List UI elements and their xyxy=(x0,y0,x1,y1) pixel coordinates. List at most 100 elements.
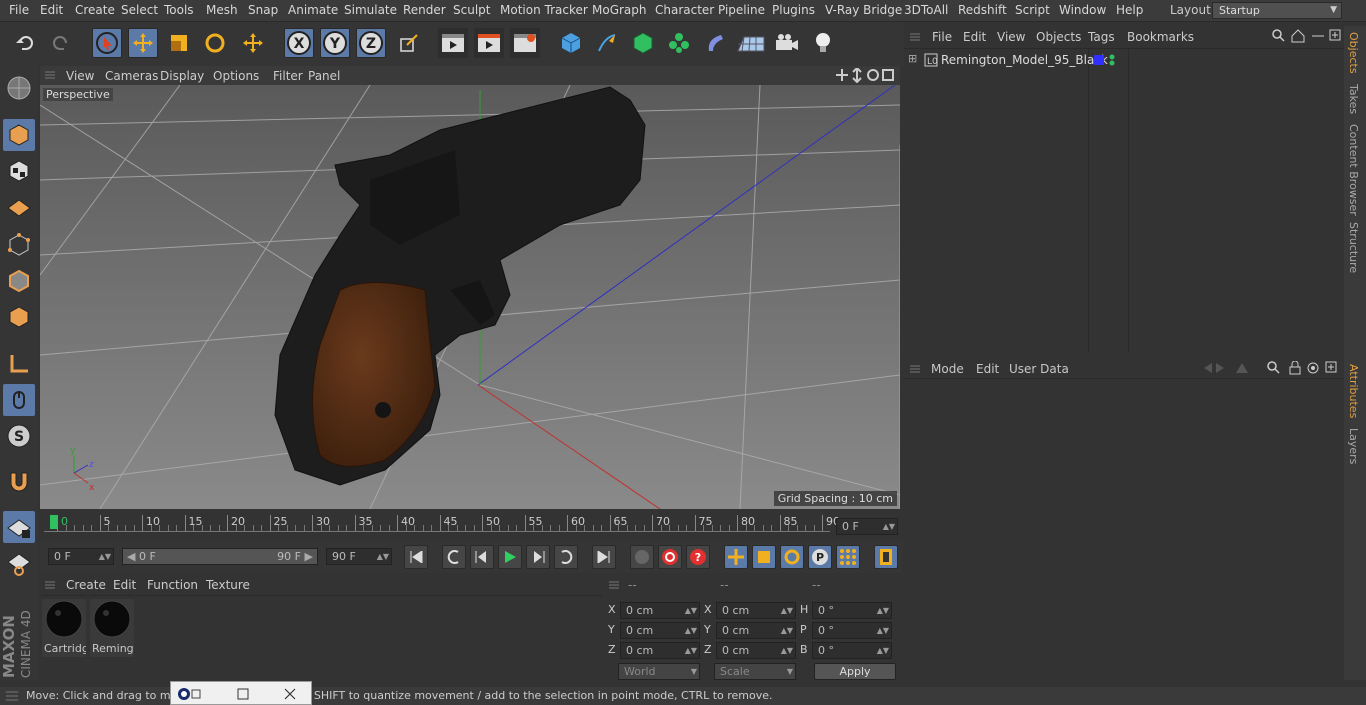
timeline-window-button[interactable] xyxy=(874,545,898,569)
attributes-menu-user-data[interactable]: User Data xyxy=(1009,362,1069,376)
menu-simulate[interactable]: Simulate xyxy=(344,3,397,17)
coord-space-select[interactable]: World ▼ xyxy=(618,663,700,680)
layout-select[interactable]: Startup ▼ xyxy=(1212,2,1342,19)
expand-plus-icon[interactable]: ⊞ xyxy=(908,52,917,65)
object-menu-objects[interactable]: Objects xyxy=(1036,30,1081,44)
menu-select[interactable]: Select xyxy=(121,3,158,17)
menu-create[interactable]: Create xyxy=(75,3,115,17)
go-to-end-button[interactable] xyxy=(592,545,616,569)
render-settings-button[interactable] xyxy=(510,28,540,58)
key-pla-button[interactable] xyxy=(836,545,860,569)
object-row[interactable]: ⊞ L0 Remington_Model_95_Black xyxy=(904,51,1344,69)
maximize-icon[interactable] xyxy=(237,688,249,700)
play-forward-button[interactable] xyxy=(498,545,522,569)
timeline-ruler[interactable]: 0 5 10 15 20 25 30 35 40 45 50 55 60 65 70 75 80 85 90 0 F… xyxy=(40,511,900,541)
viewport-menu-panel[interactable]: Panel xyxy=(308,69,340,83)
redo-button[interactable] xyxy=(46,28,76,58)
viewport-menu-display[interactable]: Display xyxy=(160,69,204,83)
texture-mode-button[interactable] xyxy=(3,155,35,187)
menu-tools[interactable]: Tools xyxy=(164,3,194,17)
next-frame-button[interactable] xyxy=(526,545,550,569)
viewport-scene[interactable]: y z x xyxy=(40,85,900,509)
viewport-menu-options[interactable]: Options xyxy=(213,69,259,83)
camera-object-button[interactable] xyxy=(772,28,802,58)
record-active-objects-button[interactable] xyxy=(658,545,682,569)
menu-help[interactable]: Help xyxy=(1116,3,1143,17)
start-frame-field[interactable]: 0 F ▲▼ xyxy=(48,548,114,565)
apply-button[interactable]: Apply xyxy=(814,663,896,680)
menu-3dtoall[interactable]: 3DToAll xyxy=(904,3,948,17)
object-menu-file[interactable]: File xyxy=(932,30,952,44)
coord-value-field[interactable]: 0 ° ▲▼ xyxy=(812,642,892,659)
attributes-nav-icons[interactable] xyxy=(1200,361,1340,375)
tab-structure[interactable]: Structure xyxy=(1347,222,1360,273)
subdivision-surface-button[interactable] xyxy=(628,28,658,58)
light-object-button[interactable] xyxy=(808,28,838,58)
visibility-dots-icon[interactable] xyxy=(1108,53,1116,67)
menu-character[interactable]: Character xyxy=(655,3,714,17)
current-frame-field[interactable]: 0 F ▲▼ xyxy=(836,518,898,535)
tweak-mode-button[interactable] xyxy=(3,384,35,416)
object-menu-tags[interactable]: Tags xyxy=(1088,30,1115,44)
autokeying-button[interactable]: ? xyxy=(686,545,710,569)
live-selection-button[interactable] xyxy=(92,28,122,58)
coord-value-field[interactable]: 0 cm ▲▼ xyxy=(716,642,796,659)
perspective-viewport[interactable]: y z x Perspective Grid Spacing : 10 cm xyxy=(40,85,900,509)
material-menu-edit[interactable]: Edit xyxy=(113,578,136,592)
model-mode-button[interactable] xyxy=(3,119,35,151)
menu-redshift[interactable]: Redshift xyxy=(958,3,1007,17)
previous-frame-button[interactable] xyxy=(470,545,494,569)
menu-animate[interactable]: Animate xyxy=(288,3,338,17)
menu-vray-bridge[interactable]: V-Ray Bridge xyxy=(825,3,902,17)
menu-sculpt[interactable]: Sculpt xyxy=(453,3,490,17)
coord-value-field[interactable]: 0 cm ▲▼ xyxy=(620,642,700,659)
menu-script[interactable]: Script xyxy=(1015,3,1050,17)
menu-plugins[interactable]: Plugins xyxy=(772,3,815,17)
coord-value-field[interactable]: 0 ° ▲▼ xyxy=(812,602,892,619)
object-menu-view[interactable]: View xyxy=(997,30,1025,44)
object-manager-nav-icons[interactable] xyxy=(1272,29,1342,43)
transform-tool-button[interactable] xyxy=(238,28,268,58)
menu-snap[interactable]: Snap xyxy=(248,3,278,17)
coord-value-field[interactable]: 0 cm ▲▼ xyxy=(716,622,796,639)
material-menu-texture[interactable]: Texture xyxy=(206,578,250,592)
key-rotation-button[interactable] xyxy=(780,545,804,569)
close-icon[interactable] xyxy=(283,687,297,701)
workplane-lock-button[interactable] xyxy=(3,511,35,543)
viewport-menu-cameras[interactable]: Cameras xyxy=(105,69,158,83)
tab-layers[interactable]: Layers xyxy=(1347,428,1360,464)
object-menu-bookmarks[interactable]: Bookmarks xyxy=(1127,30,1194,44)
move-tool-button[interactable] xyxy=(128,28,158,58)
key-scale-button[interactable] xyxy=(752,545,776,569)
menu-edit[interactable]: Edit xyxy=(40,3,63,17)
spline-pen-button[interactable] xyxy=(592,28,622,58)
edges-mode-button[interactable] xyxy=(3,265,35,297)
key-parameter-button[interactable]: P xyxy=(808,545,832,569)
key-position-button[interactable] xyxy=(724,545,748,569)
undo-button[interactable] xyxy=(10,28,40,58)
deformer-button[interactable] xyxy=(700,28,730,58)
scale-tool-button[interactable] xyxy=(164,28,194,58)
coord-value-field[interactable]: 0 ° ▲▼ xyxy=(812,622,892,639)
polygons-mode-button[interactable] xyxy=(3,301,35,333)
go-to-start-button[interactable] xyxy=(404,545,428,569)
points-mode-button[interactable] xyxy=(3,229,35,261)
layer-color-swatch[interactable] xyxy=(1094,55,1104,65)
render-picture-viewer-button[interactable] xyxy=(474,28,504,58)
snap-button[interactable] xyxy=(3,466,35,498)
menu-mesh[interactable]: Mesh xyxy=(206,3,238,17)
end-frame-field[interactable]: 90 F ▲▼ xyxy=(326,548,392,565)
tab-objects[interactable]: Objects xyxy=(1347,32,1360,74)
cube-object-button[interactable] xyxy=(556,28,586,58)
attributes-menu-edit[interactable]: Edit xyxy=(976,362,999,376)
x-axis-lock-button[interactable]: X xyxy=(284,28,314,58)
menu-window[interactable]: Window xyxy=(1059,3,1106,17)
coord-value-field[interactable]: 0 cm ▲▼ xyxy=(716,602,796,619)
make-editable-button[interactable] xyxy=(3,72,35,104)
object-menu-edit[interactable]: Edit xyxy=(963,30,986,44)
menu-motion-tracker[interactable]: Motion Tracker xyxy=(500,3,588,17)
coord-value-field[interactable]: 0 cm ▲▼ xyxy=(620,602,700,619)
axis-mode-button[interactable] xyxy=(3,348,35,380)
tab-takes[interactable]: Takes xyxy=(1347,84,1360,114)
menu-file[interactable]: File xyxy=(9,3,29,17)
